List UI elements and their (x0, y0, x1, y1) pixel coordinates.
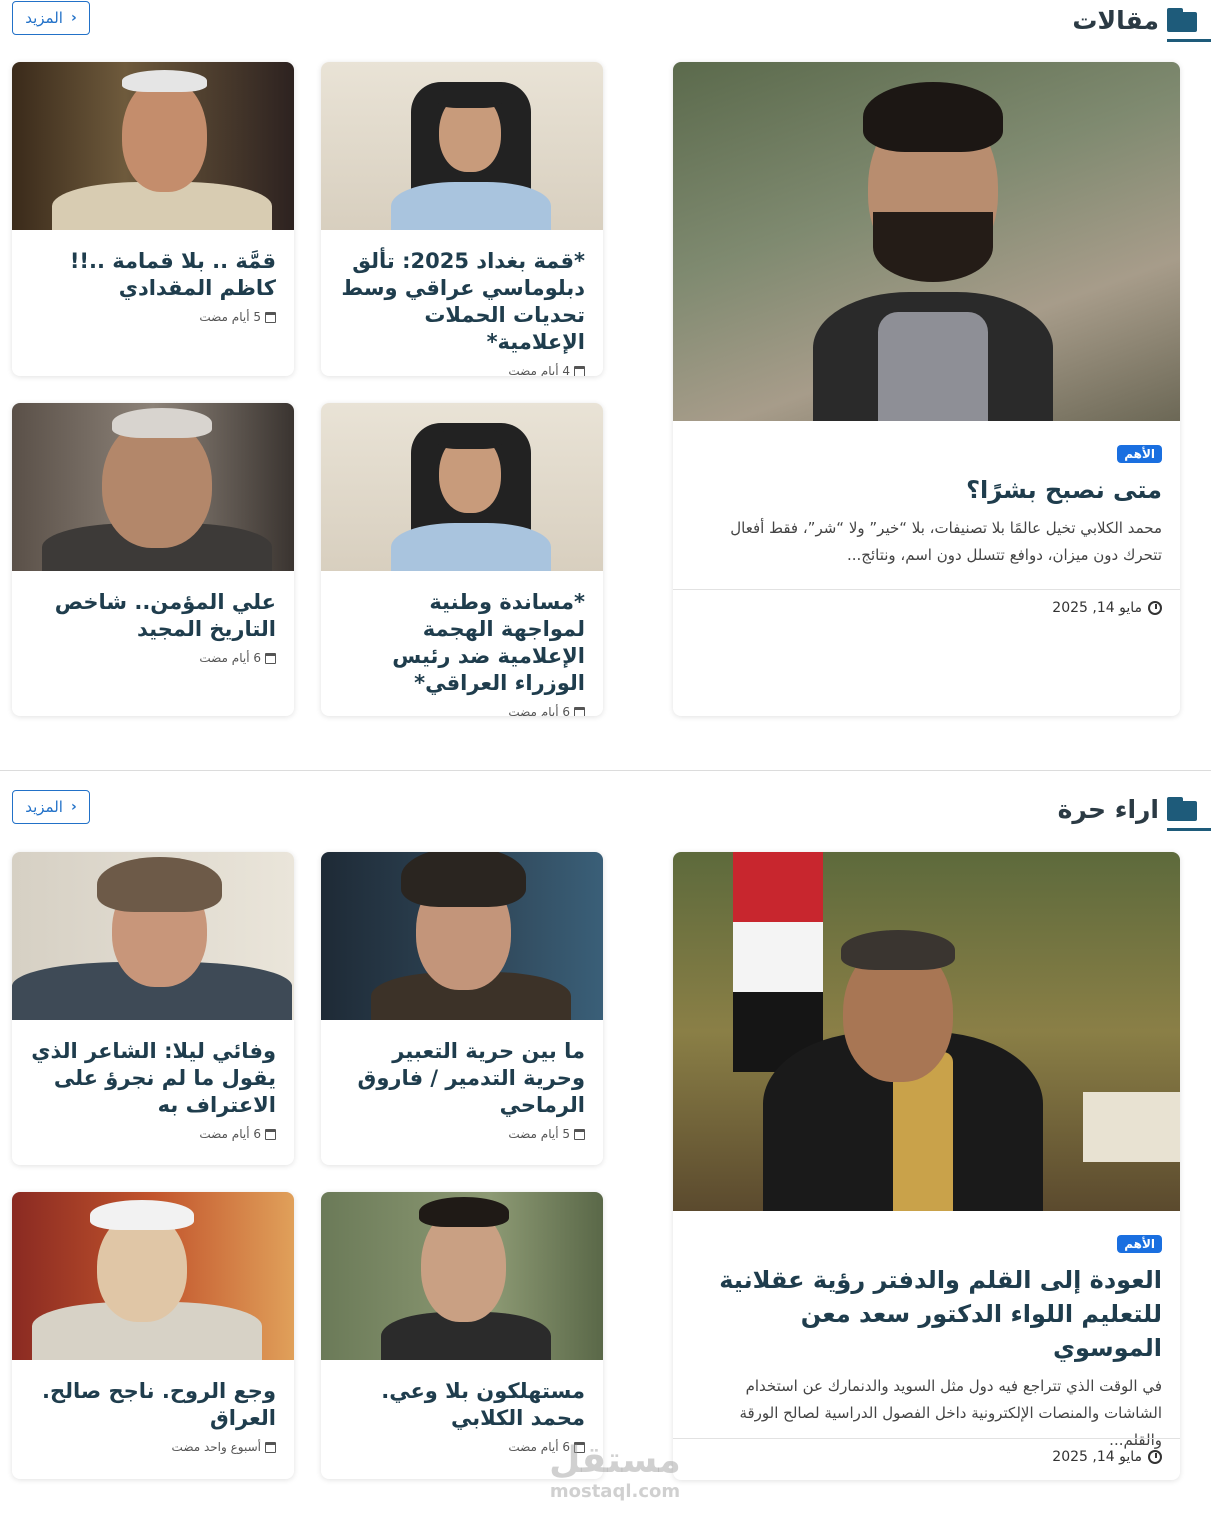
article-card[interactable]: مستهلكون بلا وعي. محمد الكلابي 6 أيام مض… (321, 1192, 603, 1479)
article-meta: أسبوع واحد مضت (30, 1440, 276, 1454)
top-badge: الأهم (1117, 445, 1162, 463)
featured-article-title[interactable]: متى نصبح بشرًا؟ (691, 473, 1162, 507)
watermark: مستقل mostaql.com (540, 1440, 690, 1502)
article-time: 5 أيام مضت (199, 310, 261, 324)
article-title[interactable]: *مساندة وطنية لمواجهة الهجمة الإعلامية ض… (339, 589, 585, 697)
calendar-icon (574, 365, 585, 376)
article-image[interactable] (12, 403, 294, 571)
article-time: 6 أيام مضت (508, 705, 570, 716)
article-meta: 5 أيام مضت (339, 1127, 585, 1141)
section-title: اراء حرة (1057, 794, 1159, 824)
clock-icon (1148, 601, 1162, 615)
article-title[interactable]: علي المؤمن.. شاخص التاريخ المجيد (30, 589, 276, 643)
chevron-right-icon: › (70, 799, 77, 815)
article-image[interactable] (12, 1192, 294, 1360)
article-meta: 6 أيام مضت (30, 1127, 276, 1141)
article-title[interactable]: قمَّة .. بلا قمامة ..!! كاظم المقدادي (30, 248, 276, 302)
article-card[interactable]: *قمة بغداد 2025: تألق دبلوماسي عراقي وسط… (321, 62, 603, 376)
article-meta: 6 أيام مضت (339, 705, 585, 716)
article-meta: 5 أيام مضت (30, 310, 276, 324)
article-card[interactable]: ما بين حرية التعبير وحرية التدمير / فارو… (321, 852, 603, 1165)
article-title[interactable]: مستهلكون بلا وعي. محمد الكلابي (339, 1378, 585, 1432)
featured-article-card[interactable]: الأهم متى نصبح بشرًا؟ محمد الكلابي تخيل … (673, 62, 1180, 716)
featured-article-footer: مايو 14, 2025 (673, 589, 1180, 626)
folder-icon (1167, 8, 1197, 32)
more-button[interactable]: المزيد › (12, 1, 90, 35)
chevron-right-icon: › (70, 10, 77, 26)
article-image[interactable] (321, 852, 603, 1020)
article-image[interactable] (321, 62, 603, 230)
calendar-icon (265, 311, 276, 323)
calendar-icon (574, 706, 585, 716)
calendar-icon (265, 652, 276, 664)
article-card[interactable]: وفائي ليلا: الشاعر الذي يقول ما لم نجرؤ … (12, 852, 294, 1165)
article-title[interactable]: ما بين حرية التعبير وحرية التدمير / فارو… (339, 1038, 585, 1119)
article-title[interactable]: وفائي ليلا: الشاعر الذي يقول ما لم نجرؤ … (30, 1038, 276, 1119)
article-meta: 6 أيام مضت (30, 651, 276, 665)
articles-section: مقالات المزيد › الأهم متى نصبح بشرًا؟ مح… (0, 0, 1211, 770)
folder-icon (1167, 797, 1197, 821)
featured-article-date: مايو 14, 2025 (1052, 600, 1142, 616)
watermark-latin: mostaql.com (549, 1481, 681, 1502)
article-card[interactable]: وجع الروح. ناجح صالح. العراق أسبوع واحد … (12, 1192, 294, 1479)
more-button-label: المزيد (25, 9, 63, 27)
section-header: اراء حرة (1057, 789, 1211, 831)
clock-icon (1148, 1450, 1162, 1464)
article-title[interactable]: وجع الروح. ناجح صالح. العراق (30, 1378, 276, 1432)
article-meta: 4 أيام مضت (339, 364, 585, 376)
article-title[interactable]: *قمة بغداد 2025: تألق دبلوماسي عراقي وسط… (339, 248, 585, 356)
article-card[interactable]: علي المؤمن.. شاخص التاريخ المجيد 6 أيام … (12, 403, 294, 716)
featured-article-image[interactable] (673, 852, 1180, 1211)
featured-article-image[interactable] (673, 62, 1180, 421)
watermark-arabic: مستقل (549, 1440, 681, 1481)
opinions-section: اراء حرة المزيد › الأهم العودة إلى القلم… (0, 770, 1211, 1533)
article-card[interactable]: *مساندة وطنية لمواجهة الهجمة الإعلامية ض… (321, 403, 603, 716)
featured-article-excerpt: محمد الكلابي تخيل عالمًا بلا تصنيفات، بل… (730, 519, 1162, 564)
article-time: 6 أيام مضت (199, 651, 261, 665)
article-time: 6 أيام مضت (199, 1127, 261, 1141)
article-image[interactable] (12, 62, 294, 230)
article-time: 5 أيام مضت (508, 1127, 570, 1141)
featured-article-card[interactable]: الأهم العودة إلى القلم والدفتر رؤية عقلا… (673, 852, 1180, 1480)
article-image[interactable] (321, 1192, 603, 1360)
calendar-icon (265, 1128, 276, 1140)
article-time: أسبوع واحد مضت (171, 1440, 261, 1454)
featured-article-title[interactable]: العودة إلى القلم والدفتر رؤية عقلانية لل… (691, 1263, 1162, 1365)
featured-article-date: مايو 14, 2025 (1052, 1449, 1142, 1465)
top-badge: الأهم (1117, 1235, 1162, 1253)
article-image[interactable] (321, 403, 603, 571)
calendar-icon (574, 1128, 585, 1140)
section-header: مقالات (1072, 0, 1211, 42)
article-image[interactable] (12, 852, 294, 1020)
article-card[interactable]: قمَّة .. بلا قمامة ..!! كاظم المقدادي 5 … (12, 62, 294, 376)
calendar-icon (265, 1441, 276, 1453)
more-button-label: المزيد (25, 798, 63, 816)
section-title: مقالات (1072, 5, 1159, 35)
featured-article-footer: مايو 14, 2025 (673, 1438, 1180, 1475)
more-button[interactable]: المزيد › (12, 790, 90, 824)
article-time: 4 أيام مضت (508, 364, 570, 376)
